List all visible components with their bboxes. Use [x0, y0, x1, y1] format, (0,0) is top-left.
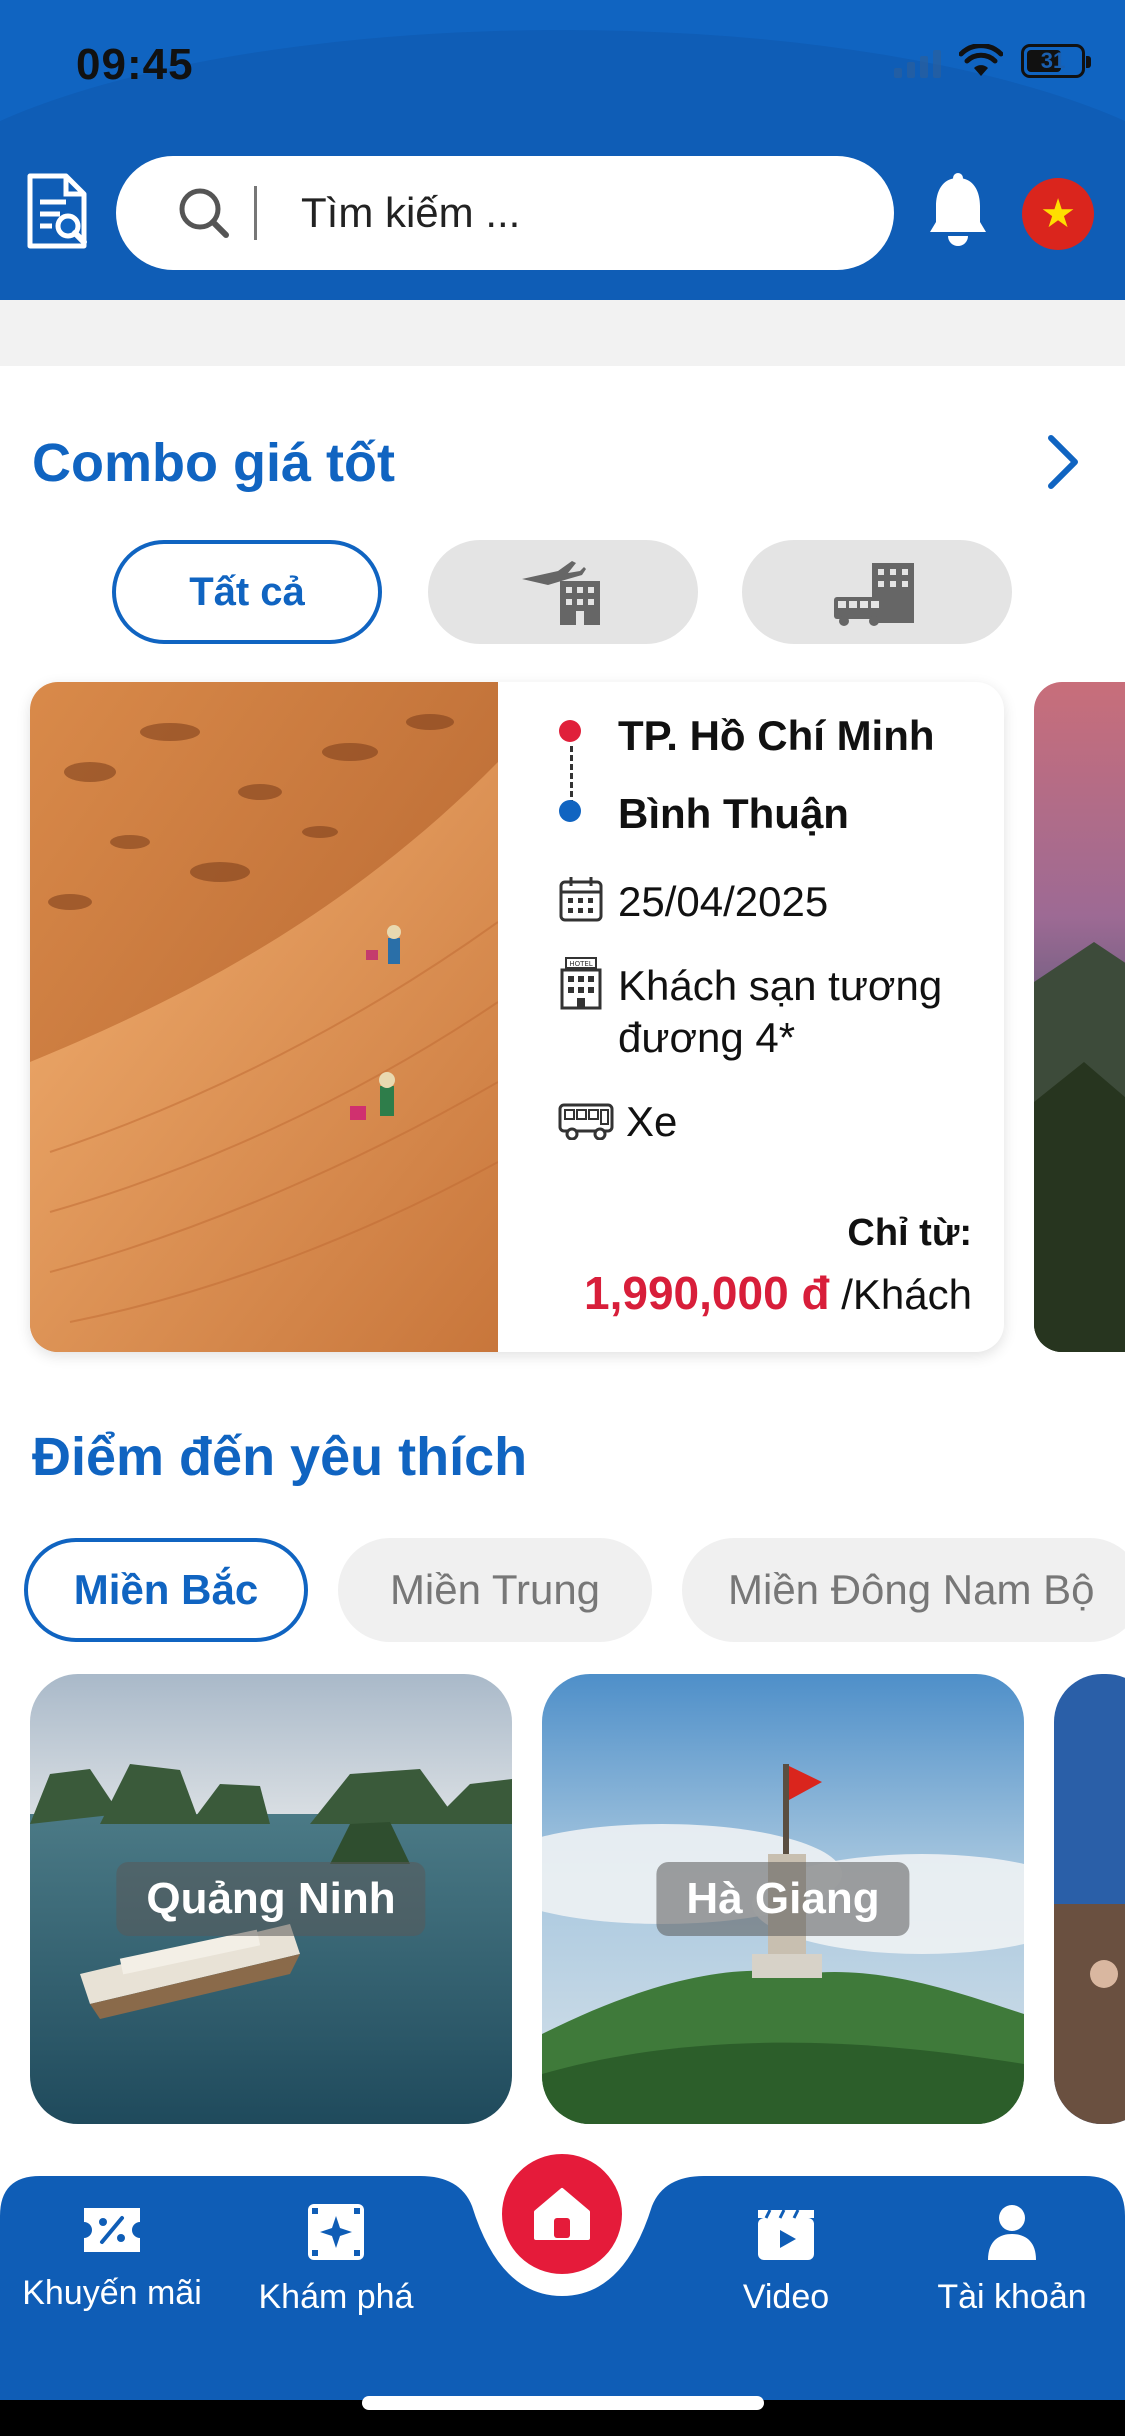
combo-transport: Xe	[626, 1098, 678, 1145]
price-value: 1,990,000 đ	[584, 1267, 830, 1319]
banner-placeholder	[0, 300, 1125, 366]
destination-card-quang-ninh[interactable]: Quảng Ninh	[30, 1674, 512, 2124]
route-destination: Bình Thuận	[618, 790, 849, 837]
origin-dot	[559, 720, 581, 742]
destination-dot	[559, 800, 581, 822]
combo-card[interactable]: TP. Hồ Chí Minh Bình Thuận 25/04/2025 HO…	[30, 682, 1004, 1352]
nav-label: Video	[742, 2278, 830, 2316]
wifi-icon	[959, 44, 1003, 76]
tab-mien-bac[interactable]: Miền Bắc	[24, 1538, 308, 1642]
search-bar[interactable]: Tìm kiếm ...	[116, 156, 894, 270]
price-row: 1,990,000 đ /Khách	[584, 1266, 972, 1320]
svg-text:HOTEL: HOTEL	[569, 960, 592, 968]
bus-hotel-icon	[834, 563, 914, 626]
destination-name: Hà Giang	[656, 1862, 910, 1936]
route-line	[570, 746, 573, 806]
filter-all-button[interactable]: Tất cả	[112, 540, 382, 644]
language-flag-icon[interactable]: ★	[1022, 178, 1094, 250]
chevron-right-icon[interactable]	[1041, 432, 1085, 492]
home-indicator[interactable]	[362, 2396, 764, 2410]
flight-hotel-icon	[522, 561, 600, 625]
account-user-icon	[988, 2205, 1036, 2260]
tab-mien-dong-nam-bo[interactable]: Miền Đông Nam Bộ	[682, 1538, 1125, 1642]
home-button[interactable]	[496, 2148, 628, 2280]
calendar-icon	[559, 877, 603, 922]
explore-icon	[308, 2204, 364, 2260]
price-label: Chỉ từ:	[847, 1212, 972, 1254]
nav-label: Khuyến mãi	[22, 2274, 202, 2312]
search-input[interactable]: Tìm kiếm ...	[301, 189, 520, 237]
route-origin: TP. Hồ Chí Minh	[618, 712, 935, 759]
next-destination-card-peek[interactable]	[1054, 1674, 1125, 2124]
nav-video[interactable]: Video	[676, 2200, 896, 2317]
home-icon	[534, 2188, 590, 2240]
price-unit: /Khách	[841, 1271, 972, 1318]
search-divider	[254, 186, 257, 240]
destination-card-ha-giang[interactable]: Hà Giang	[542, 1674, 1024, 2124]
destination-name: Quảng Ninh	[116, 1862, 426, 1936]
document-search-icon[interactable]	[26, 172, 90, 250]
combo-section-title: Combo giá tốt	[32, 433, 395, 493]
battery-level: 31	[1040, 48, 1066, 73]
nav-khuyen-mai[interactable]: Khuyến mãi	[2, 2200, 222, 2313]
promotion-ticket-icon	[84, 2208, 140, 2252]
nav-label: Khám phá	[258, 2278, 414, 2316]
battery-icon: 31	[1021, 44, 1091, 78]
combo-hotel: Khách sạn tương đương 4*	[618, 962, 943, 1061]
nav-kham-pha[interactable]: Khám phá	[226, 2200, 446, 2317]
video-clapper-icon	[758, 2209, 814, 2260]
tab-mien-trung[interactable]: Miền Trung	[338, 1538, 652, 1642]
status-time: 09:45	[76, 40, 194, 89]
notification-bell-icon[interactable]	[926, 172, 990, 248]
app-header: 09:45 31 Tìm kiếm ... ★	[0, 0, 1125, 300]
desert-dune-image	[30, 682, 498, 1352]
nav-label: Tài khoản	[937, 2278, 1087, 2316]
status-icons: 31	[894, 44, 1091, 78]
combo-info: TP. Hồ Chí Minh Bình Thuận 25/04/2025 HO…	[498, 682, 1004, 1352]
combo-date: 25/04/2025	[618, 878, 829, 925]
filter-flight-hotel-button[interactable]	[428, 540, 698, 644]
nav-tai-khoan[interactable]: Tài khoản	[902, 2200, 1122, 2317]
cellular-signal-icon	[894, 44, 941, 78]
filter-bus-hotel-button[interactable]	[742, 540, 1012, 644]
bus-icon	[558, 1103, 614, 1140]
search-icon	[179, 188, 229, 238]
destinations-section-title: Điểm đến yêu thích	[32, 1427, 528, 1487]
next-combo-card-peek[interactable]	[1034, 682, 1125, 1352]
hotel-icon: HOTEL	[560, 957, 602, 1010]
